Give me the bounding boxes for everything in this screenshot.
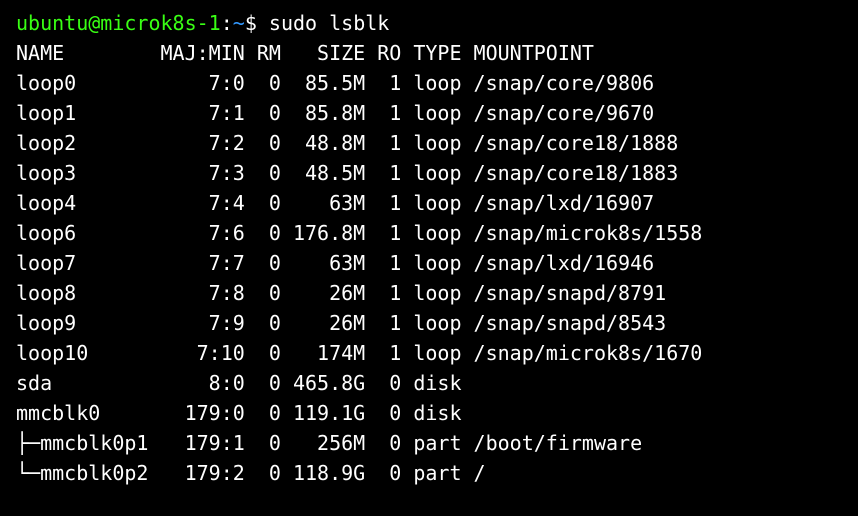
prompt-host: microk8s-1 — [100, 11, 220, 35]
prompt-dollar: $ — [245, 11, 257, 35]
prompt-user: ubuntu — [16, 11, 88, 35]
prompt-at: @ — [88, 11, 100, 35]
command-text: sudo lsblk — [269, 11, 389, 35]
terminal[interactable]: ubuntu@microk8s-1:~$ sudo lsblk NAME MAJ… — [0, 0, 858, 496]
lsblk-header: NAME MAJ:MIN RM SIZE RO TYPE MOUNTPOINT — [16, 41, 594, 65]
prompt: ubuntu@microk8s-1:~$ — [16, 11, 257, 35]
prompt-colon: : — [221, 11, 233, 35]
lsblk-rows: loop0 7:0 0 85.5M 1 loop /snap/core/9806… — [16, 71, 702, 485]
prompt-path: ~ — [233, 11, 245, 35]
